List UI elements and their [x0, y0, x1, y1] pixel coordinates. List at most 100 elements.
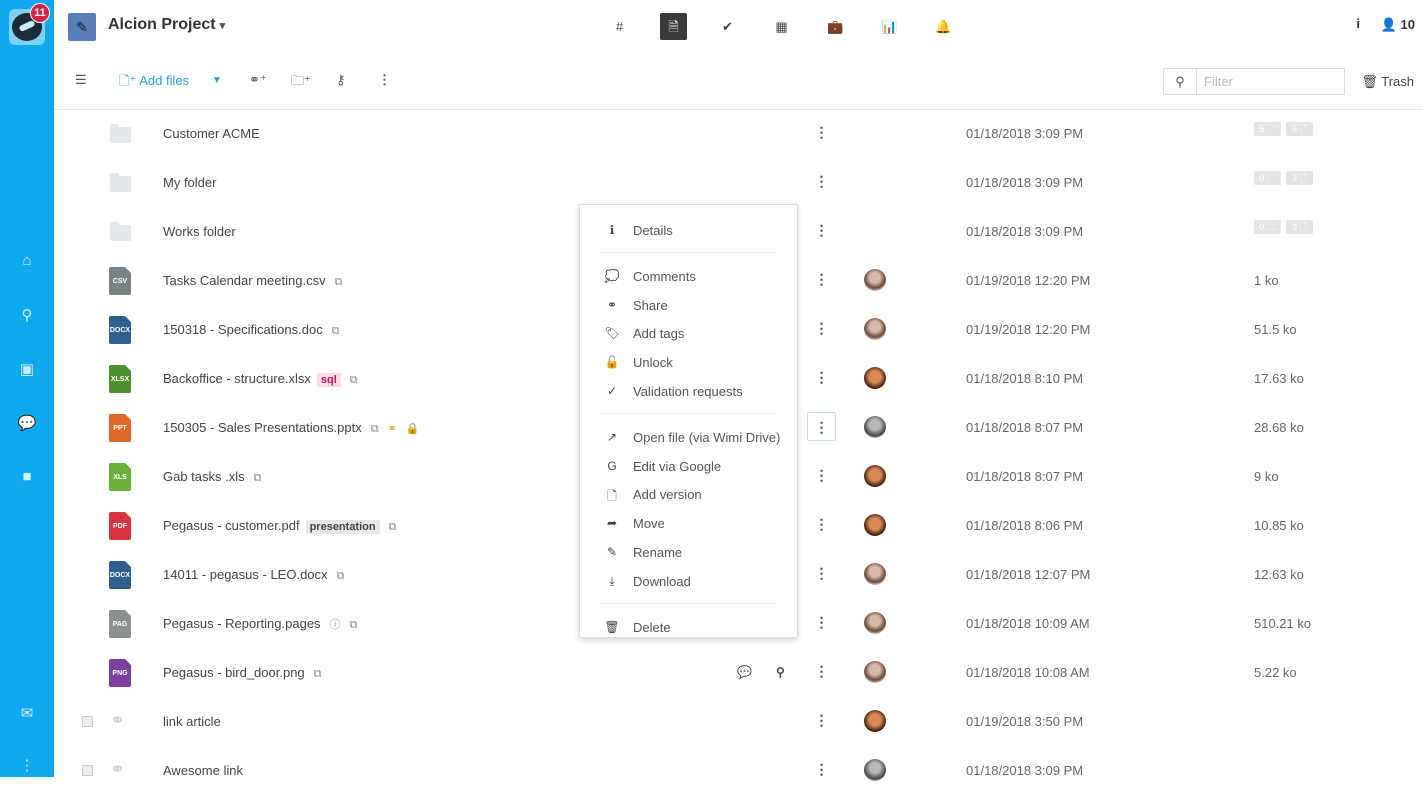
avatar[interactable]: [864, 367, 886, 389]
file-name-cell[interactable]: Tasks Calendar meeting.csv ⧉: [163, 273, 342, 289]
table-row[interactable]: ⚭ Awesome link ⋮ 01/18/2018 3:09 PM: [54, 747, 1423, 796]
copy-icon[interactable]: ⧉: [335, 276, 343, 288]
row-menu-button[interactable]: ⋮: [807, 363, 836, 392]
avatar[interactable]: [864, 318, 886, 340]
avatar[interactable]: [864, 563, 886, 585]
row-menu-button[interactable]: ⋮: [807, 657, 836, 686]
file-name-cell[interactable]: Awesome link: [163, 763, 243, 778]
copy-icon[interactable]: ⧉: [337, 570, 345, 582]
row-checkbox[interactable]: [82, 716, 93, 727]
project-selector[interactable]: Alcion Project ▾: [108, 16, 225, 34]
add-files-dropdown[interactable]: ▼: [212, 75, 222, 86]
avatar[interactable]: [864, 269, 886, 291]
menu-item-share[interactable]: ⚭ Share: [580, 294, 797, 318]
more-actions-button[interactable]: ⋮: [378, 72, 391, 88]
menu-item-delete[interactable]: 🗑 Delete: [580, 616, 797, 640]
table-row[interactable]: Customer ACME ⋮ 01/18/2018 3:09 PM 5 🗀 6 🗋: [54, 110, 1423, 159]
row-menu-button[interactable]: ⋮: [807, 461, 836, 490]
comment-icon[interactable]: 💬: [737, 665, 752, 679]
file-name-cell[interactable]: 150305 - Sales Presentations.pptx ⧉ ⚭ 🔒: [163, 420, 420, 436]
project-icon[interactable]: ✎: [68, 13, 96, 41]
avatar[interactable]: [864, 465, 886, 487]
add-folder-button[interactable]: 🗀⁺: [291, 72, 311, 94]
row-menu-button[interactable]: ⋮: [807, 265, 836, 294]
notification-badge[interactable]: 11: [30, 3, 50, 23]
row-menu-button[interactable]: ⋮: [807, 118, 836, 147]
members-button[interactable]: 👤 10: [1381, 17, 1415, 33]
search-icon[interactable]: ⚲: [1164, 69, 1197, 94]
tab-notifications[interactable]: 🔔: [930, 13, 957, 40]
sidebar-item-search[interactable]: ⚲: [0, 306, 54, 324]
info-icon[interactable]: ⓘ: [330, 619, 341, 631]
link-key-button[interactable]: ⚷: [336, 72, 346, 88]
tag-badge[interactable]: sql: [316, 373, 341, 387]
file-name-cell[interactable]: Customer ACME: [163, 126, 260, 141]
file-name-cell[interactable]: 14011 - pegasus - LEO.docx ⧉: [163, 567, 344, 583]
menu-item-details[interactable]: ℹ Details: [580, 219, 797, 243]
file-name-cell[interactable]: Works folder: [163, 224, 236, 239]
copy-icon[interactable]: ⧉: [254, 472, 262, 484]
file-name-cell[interactable]: link article: [163, 714, 221, 729]
row-menu-button[interactable]: ⋮: [807, 314, 836, 343]
avatar[interactable]: [864, 514, 886, 536]
sidebar-item-contacts[interactable]: ▣: [0, 360, 54, 378]
file-name-cell[interactable]: Gab tasks .xls ⧉: [163, 469, 262, 485]
avatar[interactable]: [864, 416, 886, 438]
sidebar-item-chat[interactable]: 💬: [0, 414, 54, 432]
file-name-cell[interactable]: Pegasus - customer.pdf presentation ⧉: [163, 518, 396, 534]
file-name-cell[interactable]: My folder: [163, 175, 216, 190]
menu-item-rename[interactable]: ✎ Rename: [580, 541, 797, 565]
row-menu-button[interactable]: ⋮: [807, 167, 836, 196]
row-menu-button[interactable]: ⋮: [807, 755, 836, 784]
info-button[interactable]: i: [1356, 16, 1360, 31]
preview-search-icon[interactable]: ⚲: [776, 665, 785, 679]
menu-item-add-version[interactable]: 🗋 Add version: [580, 483, 797, 507]
tab-calendar[interactable]: ▦: [768, 13, 795, 40]
avatar[interactable]: [864, 759, 886, 781]
sidebar-item-home[interactable]: ⌂: [0, 252, 54, 269]
add-link-button[interactable]: ⚭⁺: [249, 72, 267, 88]
table-row[interactable]: My folder ⋮ 01/18/2018 3:09 PM 0 🗀 3 🗋: [54, 159, 1423, 208]
file-name-cell[interactable]: Pegasus - Reporting.pages ⓘ ⧉: [163, 616, 357, 632]
copy-icon[interactable]: ⧉: [314, 668, 322, 680]
table-row[interactable]: PNG Pegasus - bird_door.png ⧉ 💬 ⚲ ⋮ 01/18/2018…: [54, 649, 1423, 698]
trash-button[interactable]: 🗑 Trash: [1361, 74, 1414, 90]
sidebar-item-mail[interactable]: ✉: [0, 704, 54, 722]
tab-briefcase[interactable]: 💼: [822, 13, 849, 40]
tag-badge[interactable]: presentation: [305, 520, 380, 534]
copy-icon[interactable]: ⧉: [389, 521, 397, 533]
tab-files[interactable]: 🗎: [660, 13, 687, 40]
toggle-tree-button[interactable]: ☰: [75, 72, 87, 88]
tab-tasks[interactable]: ✔: [714, 13, 741, 40]
menu-item-unlock[interactable]: 🔓 Unlock: [580, 351, 797, 375]
menu-item-comments[interactable]: 💭 Comments: [580, 265, 797, 289]
row-menu-button[interactable]: ⋮: [807, 608, 836, 637]
row-menu-button[interactable]: ⋮: [807, 706, 836, 735]
sidebar-item-video[interactable]: ■: [0, 468, 54, 485]
avatar[interactable]: [864, 710, 886, 732]
row-menu-button[interactable]: ⋮: [807, 559, 836, 588]
copy-icon[interactable]: ⧉: [332, 325, 340, 337]
filter-input[interactable]: [1198, 69, 1344, 94]
file-name-cell[interactable]: Pegasus - bird_door.png ⧉: [163, 665, 322, 681]
menu-item-add-tags[interactable]: 🏷 Add tags: [580, 322, 797, 346]
table-row[interactable]: ⚭ link article ⋮ 01/19/2018 3:50 PM: [54, 698, 1423, 747]
add-files-button[interactable]: 🗋⁺ Add files: [119, 72, 189, 94]
file-name-cell[interactable]: Backoffice - structure.xlsx sql ⧉: [163, 371, 358, 387]
avatar[interactable]: [864, 661, 886, 683]
copy-icon[interactable]: ⧉: [350, 374, 358, 386]
tab-hashtag[interactable]: #: [606, 13, 633, 40]
menu-item-open-file[interactable]: ↗ Open file (via Wimi Drive): [580, 426, 797, 450]
tab-stats[interactable]: 📊: [876, 13, 903, 40]
row-menu-button[interactable]: ⋮: [807, 412, 836, 441]
sidebar-item-more[interactable]: ⋮: [0, 756, 54, 774]
copy-icon[interactable]: ⧉: [350, 619, 358, 631]
file-name-cell[interactable]: 150318 - Specifications.doc ⧉: [163, 322, 340, 338]
row-menu-button[interactable]: ⋮: [807, 216, 836, 245]
avatar[interactable]: [864, 612, 886, 634]
menu-item-validation-requests[interactable]: ✓ Validation requests: [580, 380, 797, 404]
menu-item-move[interactable]: ➦ Move: [580, 512, 797, 536]
menu-item-download[interactable]: ⤓ Download: [580, 570, 797, 594]
copy-icon[interactable]: ⧉: [371, 423, 379, 435]
menu-item-edit-google[interactable]: G Edit via Google: [580, 455, 797, 479]
